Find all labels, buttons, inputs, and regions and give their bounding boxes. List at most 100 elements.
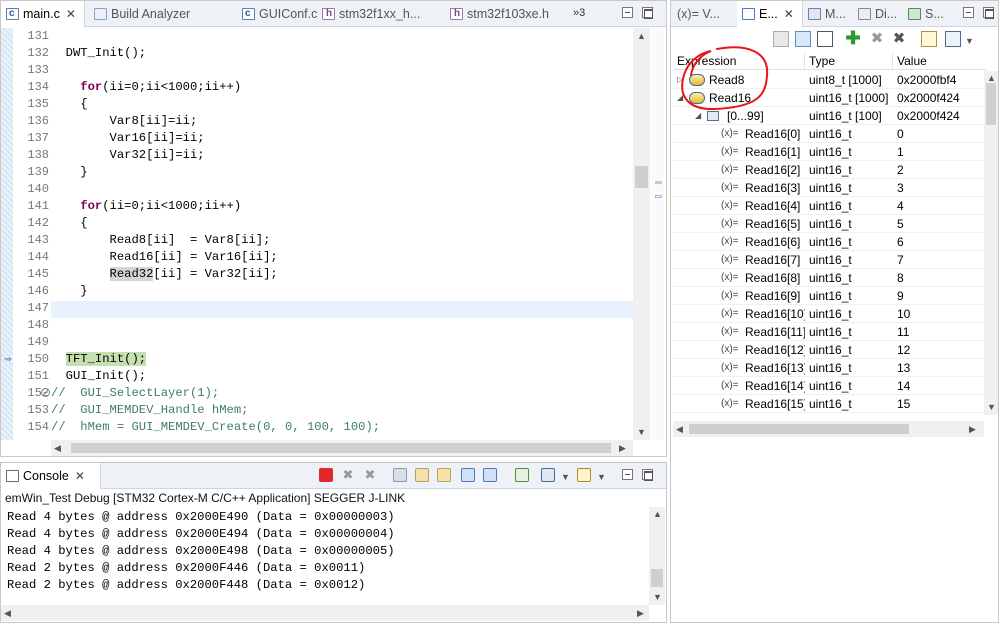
scroll-up-icon[interactable]: ▲ bbox=[637, 30, 646, 42]
expression-row[interactable]: (x)= Read16[9] uint16_t 9 bbox=[673, 287, 986, 305]
chevron-down-icon[interactable]: ▼ bbox=[597, 471, 606, 483]
expression-value[interactable]: 3 bbox=[893, 179, 986, 197]
scroll-left-icon[interactable]: ◀ bbox=[4, 607, 11, 619]
tab-sfr[interactable]: S... bbox=[903, 1, 953, 27]
expression-row[interactable]: ▷ Read8 uint8_t [1000] 0x2000fbf4 bbox=[673, 71, 986, 89]
scroll-lock-icon[interactable] bbox=[415, 468, 429, 482]
expression-value[interactable]: 10 bbox=[893, 305, 986, 323]
expressions-tree[interactable]: ▷ Read8 uint8_t [1000] 0x2000fbf4 ◢ Read16 uin… bbox=[671, 71, 987, 414]
expand-toggle-icon[interactable]: ▷ bbox=[677, 71, 683, 89]
maximize-button[interactable] bbox=[983, 7, 994, 19]
chevron-down-icon[interactable]: ▼ bbox=[561, 471, 570, 483]
expression-row[interactable]: (x)= Read16[5] uint16_t 5 bbox=[673, 215, 986, 233]
horizontal-scroll-thumb[interactable] bbox=[689, 424, 909, 434]
console-vertical-scrollbar[interactable]: ▲ ▼ bbox=[649, 507, 665, 605]
expression-row[interactable]: ◢ Read16 uint16_t [1000] 0x2000f424 bbox=[673, 89, 986, 107]
expand-toggle-icon[interactable]: ◢ bbox=[677, 89, 683, 107]
scroll-left-icon[interactable]: ◀ bbox=[54, 442, 61, 454]
scroll-down-icon[interactable]: ▼ bbox=[653, 591, 662, 603]
expression-value[interactable]: 9 bbox=[893, 287, 986, 305]
scroll-right-icon[interactable]: ▶ bbox=[969, 423, 976, 435]
maximize-button[interactable] bbox=[642, 7, 653, 19]
tab-main-c[interactable]: main.c✕ bbox=[1, 1, 85, 27]
console-horizontal-scrollbar[interactable]: ◀ ▶ bbox=[1, 605, 649, 621]
word-wrap-icon[interactable] bbox=[437, 468, 451, 482]
show-logical-structure-icon[interactable] bbox=[795, 31, 811, 47]
tab-disassembly[interactable]: Di... bbox=[853, 1, 903, 27]
tab-build-analyzer[interactable]: Build Analyzer bbox=[89, 1, 213, 27]
pin-console-icon[interactable] bbox=[515, 468, 529, 482]
code-area[interactable]: DWT_Init(); for(ii=0;ii<1000;ii++) { Var… bbox=[51, 28, 633, 440]
tab-variables[interactable]: (x)= V... bbox=[671, 1, 737, 27]
expression-value[interactable]: 6 bbox=[893, 233, 986, 251]
tab-expressions[interactable]: E... ✕ bbox=[737, 1, 803, 27]
expression-value[interactable]: 13 bbox=[893, 359, 986, 377]
expression-row[interactable]: (x)= Read16[0] uint16_t 0 bbox=[673, 125, 986, 143]
expression-row[interactable]: (x)= Read16[6] uint16_t 6 bbox=[673, 233, 986, 251]
display-console-icon[interactable] bbox=[541, 468, 555, 482]
scroll-thumb[interactable] bbox=[986, 83, 996, 125]
expression-value[interactable]: 7 bbox=[893, 251, 986, 269]
expression-row[interactable]: (x)= Read16[15] uint16_t 15 bbox=[673, 395, 986, 413]
expression-value[interactable]: 8 bbox=[893, 269, 986, 287]
expression-row[interactable]: (x)= Read16[4] uint16_t 4 bbox=[673, 197, 986, 215]
add-expression-icon[interactable]: ✚ bbox=[845, 29, 861, 47]
remove-launch-icon[interactable]: ✖ bbox=[341, 468, 355, 482]
show-on-stderr-icon[interactable] bbox=[483, 468, 497, 482]
tab-stm32f1xx-h[interactable]: stm32f1xx_h... bbox=[317, 1, 429, 27]
remove-all-launches-icon[interactable]: ✖ bbox=[363, 468, 377, 482]
scroll-down-icon[interactable]: ▼ bbox=[637, 426, 646, 438]
scroll-left-icon[interactable]: ◀ bbox=[676, 423, 683, 435]
maximize-button[interactable] bbox=[642, 469, 653, 481]
expressions-horizontal-scrollbar[interactable]: ◀ ▶ bbox=[673, 421, 984, 437]
expand-toggle-icon[interactable]: ◢ bbox=[695, 107, 701, 125]
column-expression[interactable]: Expression bbox=[673, 52, 805, 70]
show-on-stdout-icon[interactable] bbox=[461, 468, 475, 482]
expression-value[interactable]: 11 bbox=[893, 323, 986, 341]
expression-value[interactable]: 5 bbox=[893, 215, 986, 233]
scroll-right-icon[interactable]: ▶ bbox=[619, 442, 626, 454]
minimize-button[interactable] bbox=[963, 7, 974, 18]
open-console-icon[interactable] bbox=[577, 468, 591, 482]
export-icon[interactable] bbox=[945, 31, 961, 47]
tab-overflow-button[interactable]: »3 bbox=[573, 1, 585, 27]
close-icon[interactable]: ✕ bbox=[66, 7, 76, 21]
tab-memory[interactable]: M... bbox=[803, 1, 853, 27]
expression-value[interactable]: 0x2000f424 bbox=[893, 107, 986, 125]
expression-row[interactable]: (x)= Read16[7] uint16_t 7 bbox=[673, 251, 986, 269]
show-type-names-icon[interactable] bbox=[773, 31, 789, 47]
console-output[interactable]: Read 4 bytes @ address 0x2000E490 (Data … bbox=[1, 507, 648, 607]
minimize-button[interactable] bbox=[622, 469, 633, 480]
view-menu-icon[interactable]: ▼ bbox=[965, 35, 974, 47]
expression-value[interactable]: 2 bbox=[893, 161, 986, 179]
expression-row[interactable]: (x)= Read16[11] uint16_t 11 bbox=[673, 323, 986, 341]
tab-guiconf-c[interactable]: GUIConf.c bbox=[237, 1, 327, 27]
expression-value[interactable]: 1 bbox=[893, 143, 986, 161]
expression-row[interactable]: ◢ [0...99] uint16_t [100] 0x2000f424 bbox=[673, 107, 986, 125]
editor-vertical-scrollbar[interactable]: ▲ ▼ bbox=[633, 28, 650, 440]
horizontal-scroll-thumb[interactable] bbox=[71, 443, 611, 453]
expression-row[interactable]: (x)= Read16[1] uint16_t 1 bbox=[673, 143, 986, 161]
expression-row[interactable]: (x)= Read16[8] uint16_t 8 bbox=[673, 269, 986, 287]
expression-value[interactable]: 0x2000fbf4 bbox=[893, 71, 986, 89]
new-view-icon[interactable] bbox=[921, 31, 937, 47]
expressions-vertical-scrollbar[interactable]: ▲ ▼ bbox=[984, 71, 998, 415]
scroll-thumb[interactable] bbox=[635, 166, 648, 188]
expression-row[interactable]: (x)= Read16[14] uint16_t 14 bbox=[673, 377, 986, 395]
expression-row[interactable]: (x)= Read16[10] uint16_t 10 bbox=[673, 305, 986, 323]
tab-stm32f103xe-h[interactable]: stm32f103xe.h bbox=[445, 1, 555, 27]
column-value[interactable]: Value bbox=[893, 52, 986, 70]
expression-value[interactable]: 14 bbox=[893, 377, 986, 395]
expression-row[interactable]: (x)= Read16[2] uint16_t 2 bbox=[673, 161, 986, 179]
scroll-up-icon[interactable]: ▲ bbox=[653, 508, 662, 520]
fold-collapse-icon[interactable]: − bbox=[41, 388, 50, 397]
minimize-button[interactable] bbox=[622, 7, 633, 18]
remove-expression-icon[interactable]: ✖ bbox=[869, 31, 885, 47]
expression-row[interactable]: (x)= Read16[13] uint16_t 13 bbox=[673, 359, 986, 377]
remove-all-expressions-icon[interactable]: ✖ bbox=[891, 31, 907, 47]
scroll-right-icon[interactable]: ▶ bbox=[637, 607, 644, 619]
expression-row[interactable]: (x)= Read16[3] uint16_t 3 bbox=[673, 179, 986, 197]
tab-console[interactable]: Console ✕ bbox=[1, 463, 101, 489]
expression-row[interactable]: (x)= Read16[12] uint16_t 12 bbox=[673, 341, 986, 359]
expression-value[interactable]: 15 bbox=[893, 395, 986, 413]
